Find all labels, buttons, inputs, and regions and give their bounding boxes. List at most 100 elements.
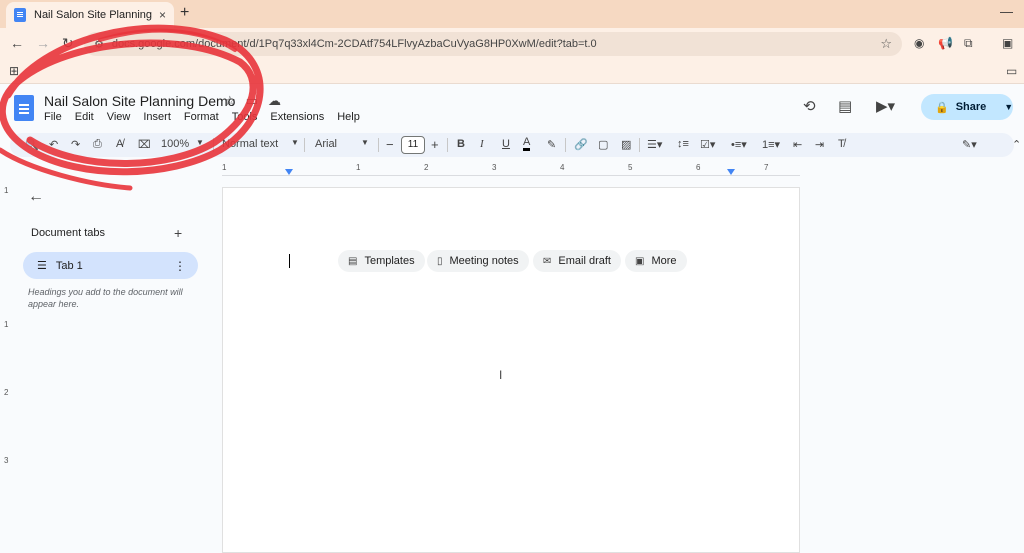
text-cursor	[289, 254, 290, 268]
line-spacing-icon[interactable]: ↕≡	[677, 138, 689, 150]
underline-icon[interactable]: U	[502, 138, 510, 150]
lock-icon: 🔒	[935, 101, 949, 114]
templates-chip[interactable]: ▤ Templates	[338, 250, 425, 272]
extension-icon[interactable]: ◉	[914, 36, 924, 50]
menu-help[interactable]: Help	[337, 111, 360, 123]
document-icon: ▯	[437, 255, 443, 267]
font-select[interactable]: Arial	[315, 138, 337, 150]
new-tab-button[interactable]: +	[180, 4, 189, 22]
ruler-number: 1	[222, 163, 227, 172]
left-indent-marker[interactable]	[285, 169, 293, 175]
forward-icon[interactable]: →	[36, 35, 50, 51]
meet-video-icon[interactable]: ▶▾	[876, 97, 895, 115]
italic-icon[interactable]: I	[480, 138, 484, 150]
font-size-input[interactable]: 11	[401, 136, 425, 154]
decrease-font-size-icon[interactable]: −	[386, 137, 394, 152]
increase-font-size-icon[interactable]: +	[431, 137, 439, 152]
reload-icon[interactable]: ↻	[62, 35, 74, 52]
comments-icon[interactable]: ▤	[838, 97, 852, 115]
move-folder-icon[interactable]: ▭	[246, 93, 258, 109]
apps-grid-icon[interactable]: ⊞	[9, 64, 19, 78]
style-dropdown-icon[interactable]: ▼	[291, 138, 299, 147]
bookmark-star-icon[interactable]: ☆	[880, 36, 892, 52]
bulleted-list-icon[interactable]: •≡▾	[731, 138, 747, 151]
spelling-icon[interactable]: A̸	[116, 138, 123, 150]
browser-tab[interactable]: Nail Salon Site Planning Demo ×	[6, 2, 174, 28]
side-panel-icon[interactable]: ▣	[1002, 36, 1013, 50]
back-icon[interactable]: ←	[10, 35, 24, 51]
templates-label: Templates	[364, 255, 415, 267]
tab-options-icon[interactable]: ⋮	[174, 259, 186, 273]
more-chip[interactable]: ▣ More	[625, 250, 687, 272]
bold-icon[interactable]: B	[457, 138, 465, 150]
add-comment-icon[interactable]: ▢	[598, 138, 608, 151]
cloud-saved-icon[interactable]: ☁	[268, 93, 281, 109]
menu-file[interactable]: File	[44, 111, 62, 123]
document-tab-icon: ☰	[37, 260, 47, 272]
docs-logo-icon[interactable]	[14, 95, 34, 121]
star-icon[interactable]: ☆	[224, 93, 236, 109]
menu-insert[interactable]: Insert	[143, 111, 171, 123]
address-bar-row: ← → ↻ ⚙ docs.google.com/document/d/1Pq7q…	[0, 28, 1024, 60]
close-tab-icon[interactable]: ×	[159, 8, 166, 22]
align-icon[interactable]: ☰▾	[647, 138, 662, 151]
email-draft-label: Email draft	[558, 255, 611, 267]
meeting-notes-label: Meeting notes	[449, 255, 519, 267]
sidebar-item-tab-1[interactable]: ☰ Tab 1 ⋮	[23, 252, 198, 279]
menu-format[interactable]: Format	[184, 111, 219, 123]
browser-tabstrip: Nail Salon Site Planning Demo × + —	[0, 0, 1024, 28]
ruler-number: 3	[492, 163, 497, 172]
print-icon[interactable]: ⎙	[93, 138, 102, 151]
extensions-puzzle-icon[interactable]: ⧉	[964, 36, 973, 51]
font-dropdown-icon[interactable]: ▼	[361, 138, 369, 147]
minimize-button[interactable]: —	[1000, 4, 1013, 19]
increase-indent-icon[interactable]: ⇥	[815, 138, 824, 151]
highlight-icon[interactable]: ✎	[547, 138, 556, 151]
tab-label: Tab 1	[55, 259, 83, 272]
hide-menus-icon[interactable]: ⌃	[1012, 138, 1021, 151]
editing-mode-icon[interactable]: ✎▾	[962, 138, 977, 151]
templates-icon: ▤	[348, 255, 358, 267]
menu-edit[interactable]: Edit	[75, 111, 94, 123]
menu-tools[interactable]: Tools	[232, 111, 258, 123]
menu-view[interactable]: View	[107, 111, 131, 123]
checklist-icon[interactable]: ☑▾	[700, 138, 715, 151]
insert-image-icon[interactable]: ▨	[621, 138, 631, 151]
document-tabs-heading: Document tabs	[31, 227, 105, 239]
text-color-icon[interactable]: A	[523, 136, 531, 151]
version-history-icon[interactable]: ⟲	[803, 97, 816, 115]
share-dropdown-icon[interactable]: ▼	[1004, 102, 1013, 112]
style-select[interactable]: Normal text	[222, 138, 278, 150]
email-icon: ✉	[543, 255, 552, 267]
decrease-indent-icon[interactable]: ⇤	[793, 138, 802, 151]
email-draft-chip[interactable]: ✉ Email draft	[533, 250, 621, 272]
mouse-ibeam-cursor-icon: I	[499, 368, 503, 382]
search-menus-icon[interactable]: 🔍	[25, 138, 39, 151]
document-page[interactable]	[222, 187, 800, 553]
add-tab-icon[interactable]: +	[174, 225, 182, 241]
close-outline-icon[interactable]: ←	[28, 188, 44, 206]
menu-bar: File Edit View Insert Format Tools Exten…	[44, 111, 360, 123]
zoom-select[interactable]: 100%	[161, 138, 189, 150]
ruler-number: 2	[424, 163, 429, 172]
meeting-notes-chip[interactable]: ▯ Meeting notes	[427, 250, 529, 272]
url-bar[interactable]: ⚙ docs.google.com/document/d/1Pq7q33xl4C…	[84, 32, 902, 56]
undo-icon[interactable]: ↶	[49, 138, 58, 151]
document-title[interactable]: Nail Salon Site Planning Demo	[44, 93, 235, 109]
redo-icon[interactable]: ↷	[71, 138, 80, 151]
bookmarks-folder-icon[interactable]: ▭	[1006, 64, 1017, 78]
share-label: Share	[955, 101, 987, 113]
megaphone-icon[interactable]: 📢	[938, 36, 953, 50]
right-indent-marker[interactable]	[727, 169, 735, 175]
site-info-icon[interactable]: ⚙	[94, 38, 104, 51]
ruler-number: 7	[764, 163, 769, 172]
clear-formatting-icon[interactable]: T̸	[838, 138, 845, 150]
insert-link-icon[interactable]: 🔗	[574, 138, 588, 151]
menu-extensions[interactable]: Extensions	[270, 111, 324, 123]
zoom-dropdown-icon[interactable]: ▼	[196, 138, 204, 147]
paint-format-icon[interactable]: ⌧	[138, 138, 151, 151]
ruler-number: 6	[696, 163, 701, 172]
share-button[interactable]: 🔒 Share ▼	[921, 94, 1013, 120]
numbered-list-icon[interactable]: 1≡▾	[762, 138, 780, 151]
more-building-blocks-icon: ▣	[635, 255, 645, 267]
